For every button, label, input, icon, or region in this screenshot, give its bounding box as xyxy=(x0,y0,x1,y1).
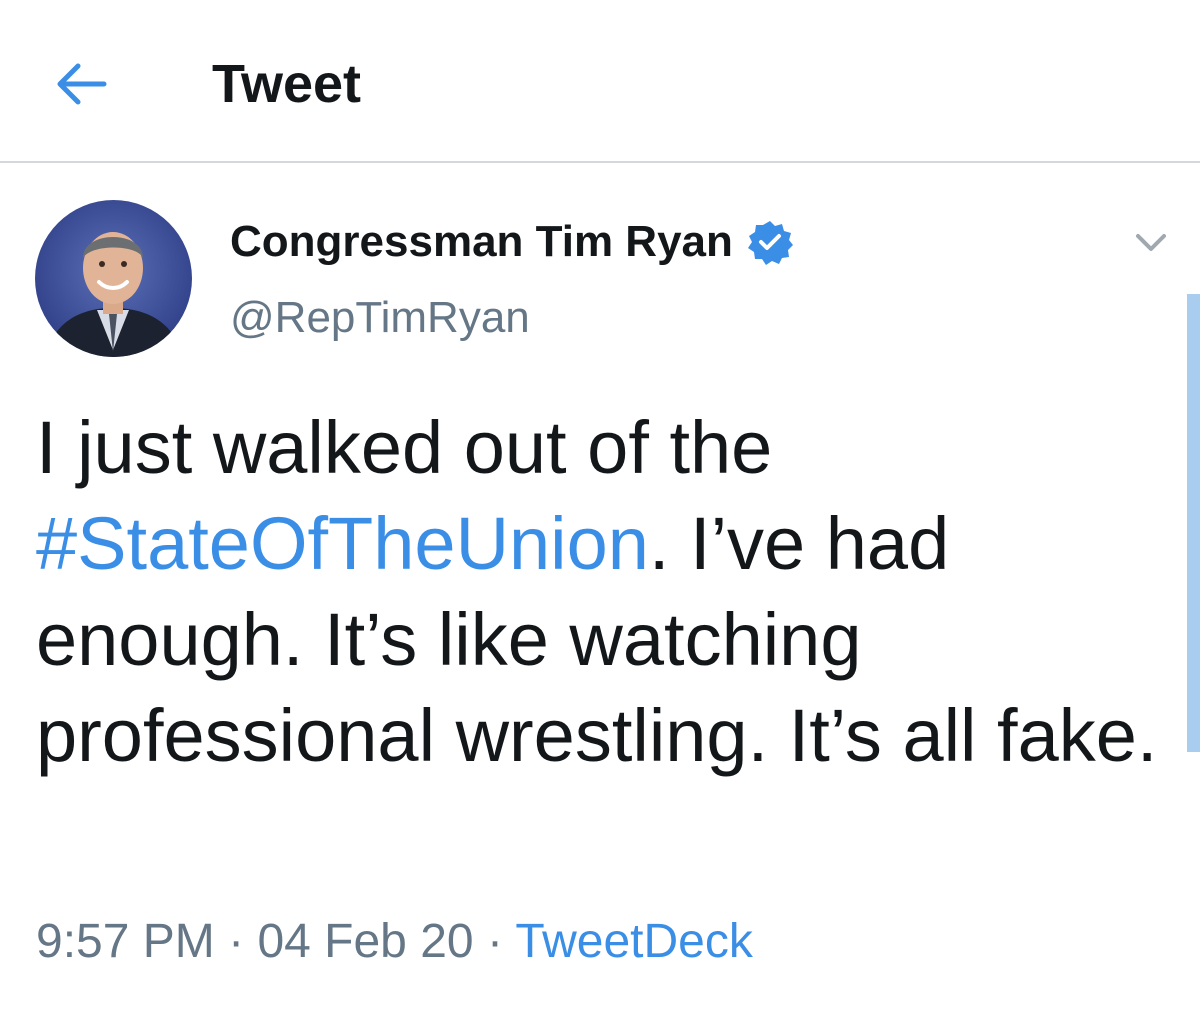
tweet-metadata: 9:57 PM · 04 Feb 20 · TweetDeck xyxy=(36,910,753,974)
author-handle[interactable]: @RepTimRyan xyxy=(230,290,530,346)
tweet-time: 9:57 PM xyxy=(36,915,215,968)
tweet-menu-button[interactable] xyxy=(1126,222,1176,262)
author-display-name[interactable]: Congressman Tim Ryan xyxy=(230,214,793,270)
top-bar: Tweet xyxy=(0,0,1200,163)
avatar[interactable] xyxy=(35,200,192,357)
hashtag-link[interactable]: #StateOfTheUnion xyxy=(36,502,649,585)
separator: · xyxy=(228,915,245,968)
chevron-down-icon xyxy=(1136,234,1166,251)
back-button[interactable] xyxy=(52,60,108,108)
page-title: Tweet xyxy=(212,54,362,114)
author-name-text: Congressman Tim Ryan xyxy=(230,217,733,266)
profile-photo xyxy=(35,200,192,357)
tweet-text-before: I just walked out of the xyxy=(36,406,773,489)
scrollbar[interactable] xyxy=(1187,294,1200,752)
tweet-date: 04 Feb 20 xyxy=(257,915,474,968)
tweet-body: I just walked out of the #StateOfTheUnio… xyxy=(36,400,1166,784)
verified-badge-icon xyxy=(747,221,793,265)
separator: · xyxy=(486,915,503,968)
tweet-source-link[interactable]: TweetDeck xyxy=(515,915,752,968)
arrow-left-icon xyxy=(57,63,107,105)
